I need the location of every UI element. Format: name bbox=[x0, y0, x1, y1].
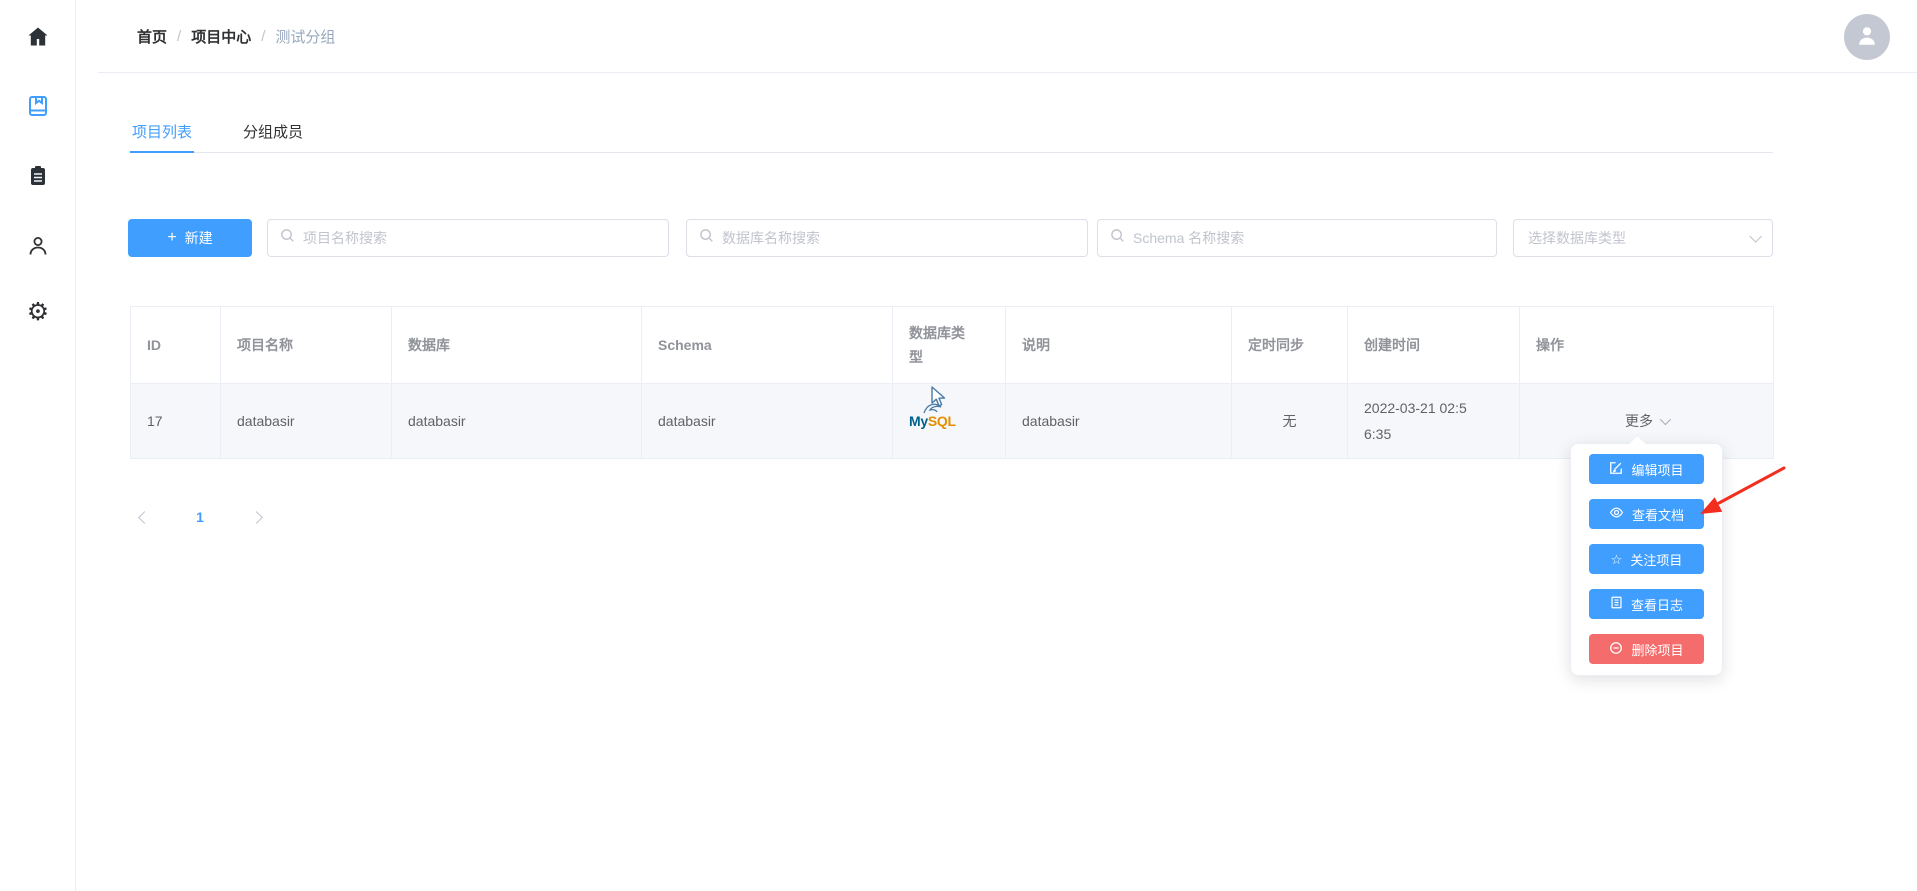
avatar-person-icon bbox=[1854, 22, 1880, 53]
home-icon bbox=[26, 25, 50, 49]
schema-name-search-input[interactable] bbox=[1125, 220, 1496, 256]
cell-description: databasir bbox=[1006, 384, 1232, 459]
chevron-down-icon bbox=[1660, 414, 1671, 425]
tab-group-members[interactable]: 分组成员 bbox=[241, 113, 305, 153]
table-header-row: ID 项目名称 数据库 Schema 数据库类型 说明 定时同步 创建时间 操作 bbox=[131, 307, 1774, 384]
cell-id: 17 bbox=[131, 384, 221, 459]
view-logs-button[interactable]: 查看日志 bbox=[1589, 589, 1704, 619]
project-name-search bbox=[267, 219, 669, 257]
sidebar: ⚙ bbox=[0, 0, 76, 891]
more-actions-trigger[interactable]: 更多 bbox=[1625, 411, 1668, 431]
remove-icon bbox=[1609, 641, 1623, 658]
new-project-button-label: 新建 bbox=[185, 228, 213, 248]
app-window: ⚙ 首页 / 项目中心 / 测试分组 项目列表 分组成员 + 新建 bbox=[0, 0, 1917, 891]
sidebar-item-tasks[interactable] bbox=[0, 152, 76, 200]
database-name-search bbox=[686, 219, 1088, 257]
view-docs-button[interactable]: 查看文档 bbox=[1589, 499, 1704, 529]
more-actions-label: 更多 bbox=[1625, 411, 1653, 431]
tabs-underline bbox=[130, 152, 1773, 153]
sidebar-item-projects[interactable] bbox=[0, 82, 76, 130]
mysql-dolphin-icon bbox=[921, 400, 947, 419]
breadcrumb: 首页 / 项目中心 / 测试分组 bbox=[137, 26, 335, 47]
search-icon bbox=[1110, 228, 1125, 248]
edit-project-button[interactable]: 编辑项目 bbox=[1589, 454, 1704, 484]
cell-created-at: 2022-03-21 02:5 6:35 bbox=[1348, 384, 1520, 459]
database-name-search-input[interactable] bbox=[714, 220, 1087, 256]
plus-icon: + bbox=[167, 229, 176, 247]
actions-popover: 编辑项目 查看文档 ☆ 关注项目 查看日志 bbox=[1570, 443, 1723, 676]
cell-schema: databasir bbox=[642, 384, 893, 459]
pagination: 1 bbox=[130, 503, 270, 531]
table-row[interactable]: 17 databasir databasir databasir MySQL d… bbox=[131, 384, 1774, 459]
project-name-search-input[interactable] bbox=[295, 220, 668, 256]
db-type-select[interactable]: 选择数据库类型 bbox=[1513, 219, 1773, 257]
cell-project-name: databasir bbox=[221, 384, 392, 459]
breadcrumb-home[interactable]: 首页 bbox=[137, 26, 167, 47]
breadcrumb-separator: / bbox=[261, 28, 265, 45]
chevron-right-icon bbox=[250, 511, 263, 524]
column-header-project-name: 项目名称 bbox=[221, 307, 392, 384]
column-header-description: 说明 bbox=[1006, 307, 1232, 384]
user-icon bbox=[26, 234, 50, 258]
user-avatar[interactable] bbox=[1844, 14, 1890, 60]
notebook-icon bbox=[26, 94, 50, 118]
chevron-down-icon bbox=[1749, 230, 1762, 243]
prev-page-button[interactable] bbox=[130, 503, 158, 531]
edit-icon bbox=[1609, 461, 1623, 478]
cell-db-type: MySQL bbox=[893, 384, 1006, 459]
sidebar-item-users[interactable] bbox=[0, 222, 76, 270]
search-icon bbox=[280, 228, 295, 248]
column-header-actions: 操作 bbox=[1520, 307, 1774, 384]
breadcrumb-project-center[interactable]: 项目中心 bbox=[191, 26, 251, 47]
sidebar-item-settings[interactable]: ⚙ bbox=[0, 288, 76, 336]
log-icon bbox=[1610, 596, 1623, 612]
tabs: 项目列表 分组成员 bbox=[130, 113, 352, 153]
column-header-database: 数据库 bbox=[392, 307, 642, 384]
cell-scheduled-sync: 无 bbox=[1232, 384, 1348, 459]
page-number-current[interactable]: 1 bbox=[186, 509, 214, 525]
next-page-button[interactable] bbox=[242, 503, 270, 531]
projects-table: ID 项目名称 数据库 Schema 数据库类型 说明 定时同步 创建时间 操作… bbox=[130, 306, 1774, 459]
mysql-logo: MySQL bbox=[909, 413, 956, 429]
chevron-left-icon bbox=[138, 511, 151, 524]
column-header-scheduled-sync: 定时同步 bbox=[1232, 307, 1348, 384]
header-divider bbox=[98, 72, 1917, 73]
schema-name-search bbox=[1097, 219, 1497, 257]
column-header-db-type: 数据库类型 bbox=[893, 307, 1006, 384]
sidebar-item-home[interactable] bbox=[0, 13, 76, 61]
delete-project-button[interactable]: 删除项目 bbox=[1589, 634, 1704, 664]
follow-project-button[interactable]: ☆ 关注项目 bbox=[1589, 544, 1704, 574]
search-icon bbox=[699, 228, 714, 248]
eye-icon bbox=[1609, 505, 1624, 523]
new-project-button[interactable]: + 新建 bbox=[128, 219, 252, 257]
column-header-id: ID bbox=[131, 307, 221, 384]
column-header-schema: Schema bbox=[642, 307, 893, 384]
tab-project-list[interactable]: 项目列表 bbox=[130, 113, 194, 153]
breadcrumb-current-group: 测试分组 bbox=[275, 26, 335, 47]
clipboard-icon bbox=[26, 164, 50, 188]
cell-database: databasir bbox=[392, 384, 642, 459]
db-type-select-placeholder: 选择数据库类型 bbox=[1528, 228, 1626, 248]
column-header-created-at: 创建时间 bbox=[1348, 307, 1520, 384]
star-icon: ☆ bbox=[1611, 553, 1623, 566]
gear-icon: ⚙ bbox=[27, 300, 49, 325]
breadcrumb-separator: / bbox=[177, 28, 181, 45]
